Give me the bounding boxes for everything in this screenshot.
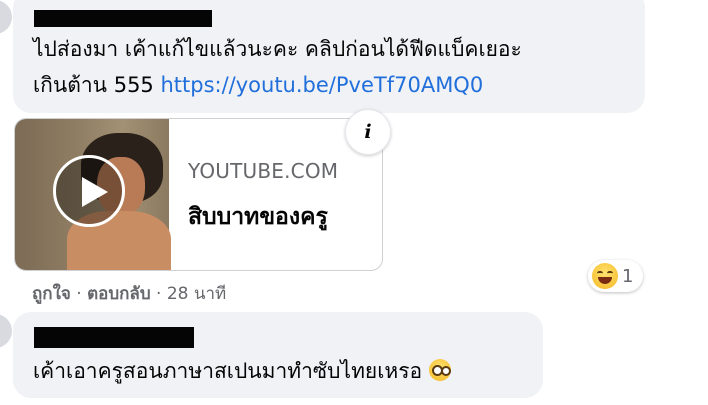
- reply-button[interactable]: ตอบกลับ: [87, 284, 151, 304]
- youtube-link[interactable]: https://youtu.be/PveTf70AMQ0: [160, 73, 483, 97]
- redacted-author-name: [34, 10, 212, 27]
- play-icon[interactable]: [53, 155, 125, 227]
- separator: ·: [70, 284, 88, 304]
- comment-text-line: เกินต้าน 555 https://youtu.be/PveTf70AMQ…: [33, 68, 483, 102]
- timestamp[interactable]: 28 นาที: [167, 284, 226, 304]
- comment-bubble: ไปส่องมา เค้าแก้ไขแล้วนะคะ คลิปก่อนได้ฟี…: [13, 0, 645, 113]
- redacted-author-name: [34, 327, 194, 348]
- link-domain: YOUTUBE.COM: [188, 159, 339, 183]
- commenter-avatar[interactable]: [0, 314, 12, 348]
- haha-reaction-icon: [592, 263, 618, 289]
- link-title[interactable]: สิบบาทของครู: [188, 199, 328, 235]
- like-button[interactable]: ถูกใจ: [32, 284, 71, 304]
- comment-body: ไปส่องมา เค้าแก้ไขแล้วนะคะ คลิปก่อนได้ฟี…: [33, 37, 522, 61]
- comment-body: เค้าเอาครูสอนภาษาสเปนมาทำซับไทยเหรอ: [33, 359, 423, 383]
- video-thumbnail[interactable]: [15, 119, 171, 270]
- info-icon[interactable]: i: [345, 109, 391, 155]
- face-with-monocle-icon: [428, 359, 451, 381]
- separator: ·: [150, 284, 167, 304]
- link-preview-card[interactable]: YOUTUBE.COM สิบบาทของครู: [14, 118, 383, 271]
- reaction-count: 1: [622, 265, 634, 287]
- comment-text-line: ไปส่องมา เค้าแก้ไขแล้วนะคะ คลิปก่อนได้ฟี…: [33, 32, 522, 66]
- commenter-avatar[interactable]: [0, 0, 12, 34]
- reaction-badge[interactable]: 1: [588, 260, 644, 292]
- comment-body: เกินต้าน 555: [33, 73, 161, 97]
- comment-bubble: เค้าเอาครูสอนภาษาสเปนมาทำซับไทยเหรอ: [13, 312, 543, 398]
- comment-actions: ถูกใจ · ตอบกลับ · 28 นาที: [32, 280, 226, 307]
- comment-text-line: เค้าเอาครูสอนภาษาสเปนมาทำซับไทยเหรอ: [33, 354, 451, 388]
